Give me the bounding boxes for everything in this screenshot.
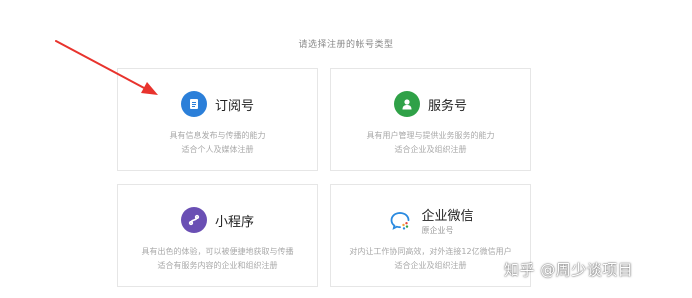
- card-title: 小程序: [214, 214, 254, 230]
- card-title: 服务号: [427, 98, 467, 114]
- card-description-line: 适合个人及媒体注册: [181, 145, 254, 154]
- subscription-account-card[interactable]: 订阅号 具有信息发布与传播的能力 适合个人及媒体注册: [117, 68, 318, 171]
- card-description-line: 适合企业及组织注册: [394, 261, 467, 270]
- card-title-group: 企业微信 原企业号: [421, 205, 473, 236]
- card-description: 具有用户管理与提供业务服务的能力 适合企业及组织注册: [331, 129, 530, 157]
- document-icon: [180, 91, 207, 117]
- card-header: 小程序: [118, 207, 317, 233]
- miniprogram-icon: [180, 207, 207, 233]
- wecom-icon: [387, 207, 414, 234]
- service-account-card[interactable]: 服务号 具有用户管理与提供业务服务的能力 适合企业及组织注册: [330, 68, 531, 171]
- card-header: 企业微信 原企业号: [331, 205, 530, 236]
- card-title: 企业微信: [421, 209, 474, 224]
- wecom-card[interactable]: 企业微信 原企业号 对内让工作协同高效，对外连接12亿微信用户 适合企业及组织注…: [330, 184, 531, 287]
- card-header: 服务号: [331, 91, 530, 117]
- card-header: 订阅号: [118, 91, 317, 117]
- card-description-line: 适合企业及组织注册: [394, 145, 467, 154]
- card-description: 具有信息发布与传播的能力 适合个人及媒体注册: [118, 129, 317, 157]
- user-icon: [393, 91, 420, 117]
- card-title: 订阅号: [214, 98, 254, 114]
- card-description-line: 适合有服务内容的企业和组织注册: [157, 261, 278, 270]
- card-description: 对内让工作协同高效，对外连接12亿微信用户 适合企业及组织注册: [331, 245, 530, 273]
- card-description-line: 具有出色的体验，可以被便捷地获取与传播: [141, 247, 294, 256]
- mini-program-card[interactable]: 小程序 具有出色的体验，可以被便捷地获取与传播 适合有服务内容的企业和组织注册: [117, 184, 318, 287]
- card-subtitle: 原企业号: [421, 226, 454, 235]
- card-description-line: 对内让工作协同高效，对外连接12亿微信用户: [349, 247, 512, 256]
- card-description-line: 具有用户管理与提供业务服务的能力: [366, 131, 495, 140]
- card-description-line: 具有信息发布与传播的能力: [169, 131, 266, 140]
- watermark: 知乎 @周少谈项目: [504, 261, 634, 279]
- card-description: 具有出色的体验，可以被便捷地获取与传播 适合有服务内容的企业和组织注册: [118, 245, 317, 273]
- page-heading: 请选择注册的帐号类型: [298, 40, 394, 50]
